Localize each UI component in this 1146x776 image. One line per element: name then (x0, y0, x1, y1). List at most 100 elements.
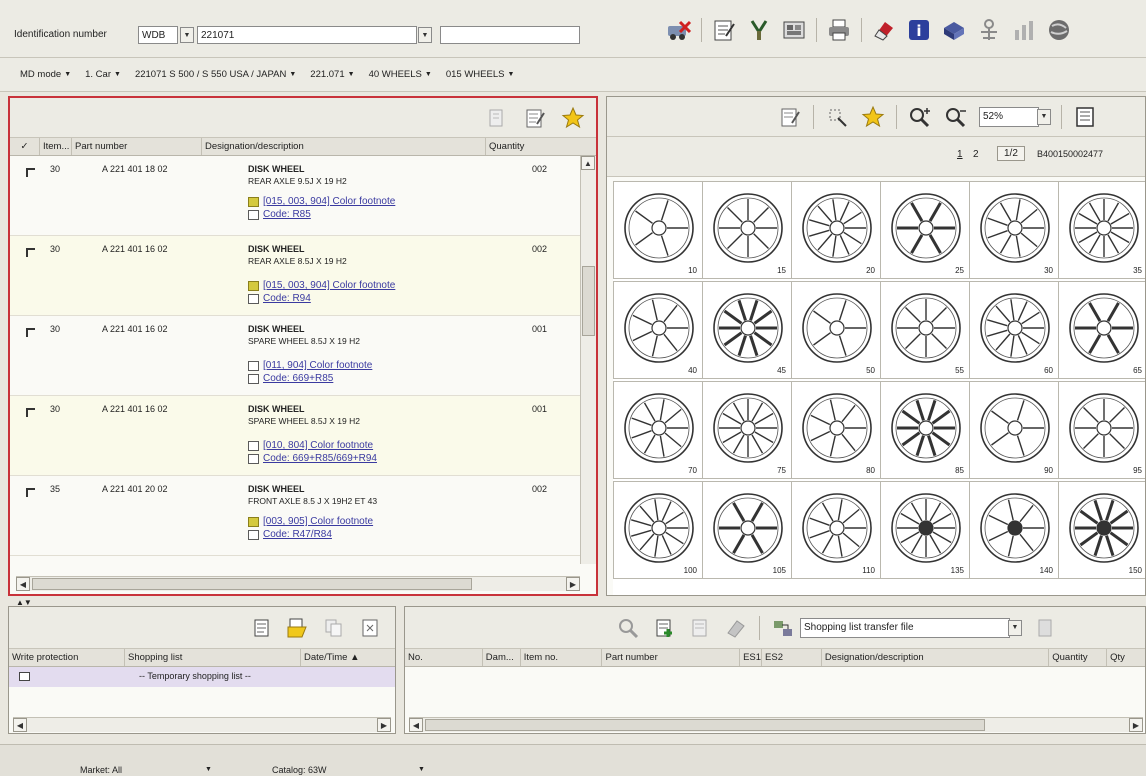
scroll-right-button[interactable]: ▶ (1129, 718, 1143, 732)
table-row[interactable]: 30 A 221 401 16 02 DISK WHEEL REAR AXLE … (10, 236, 580, 316)
filter-model-code[interactable]: 221.071 ▼ (310, 69, 354, 80)
wheel-option[interactable]: 150 (1058, 481, 1145, 579)
zoom-select[interactable]: 52% (979, 106, 1039, 127)
transfer-icon[interactable] (770, 615, 796, 641)
col-quantity[interactable]: Quantity (486, 138, 586, 155)
wheel-option[interactable]: 80 (791, 381, 881, 479)
wheel-option[interactable]: 20 (791, 181, 881, 279)
filter-md-mode[interactable]: MD mode ▼ (20, 69, 71, 80)
wheel-option[interactable]: 140 (969, 481, 1059, 579)
scroll-thumb[interactable] (32, 578, 472, 590)
globe-icon[interactable] (1046, 17, 1072, 43)
scroll-up-button[interactable]: ▲ (581, 156, 595, 170)
select-area-icon[interactable] (824, 104, 850, 130)
table-row[interactable]: 30 A 221 401 18 02 DISK WHEEL REAR AXLE … (10, 156, 580, 236)
scroll-left-button[interactable]: ◀ (16, 577, 30, 591)
col-quantity[interactable]: Quantity (1049, 649, 1108, 666)
basket-icon[interactable] (941, 17, 967, 43)
filter-group[interactable]: 40 WHEELS ▼ (369, 69, 432, 80)
document-grey-icon[interactable] (687, 615, 713, 641)
wheel-option[interactable]: 105 (702, 481, 792, 579)
code-link[interactable]: Code: R85 (248, 209, 395, 220)
col-shopping-list[interactable]: Shopping list (125, 649, 301, 666)
table-row[interactable]: 35 A 221 401 20 02 DISK WHEEL FRONT AXLE… (10, 476, 580, 556)
shopping-horizontal-scrollbar[interactable]: ◀ ▶ (13, 717, 391, 732)
tools-icon[interactable] (746, 17, 772, 43)
row-checkbox[interactable] (26, 488, 35, 497)
wheel-option[interactable]: 10 (613, 181, 703, 279)
copy-to-list-icon[interactable] (484, 105, 510, 131)
wheel-option[interactable]: 30 (969, 181, 1059, 279)
footnote-link[interactable]: [015, 003, 904] Color footnote (248, 280, 395, 291)
code-link[interactable]: Code: R94 (248, 293, 395, 304)
wheel-option[interactable]: 95 (1058, 381, 1145, 479)
col-qty[interactable]: Qty (1107, 649, 1145, 666)
wheel-option[interactable]: 40 (613, 281, 703, 379)
col-designation[interactable]: Designation/description (822, 649, 1050, 666)
network-icon[interactable] (976, 17, 1002, 43)
transfer-file-select[interactable]: Shopping list transfer file (800, 617, 1010, 638)
col-no[interactable]: No. (405, 649, 483, 666)
col-item[interactable]: Item... (40, 138, 72, 155)
code-link[interactable]: Code: R47/R84 (248, 529, 377, 540)
col-check[interactable]: ✓ (10, 138, 40, 155)
footnote-link[interactable]: [010, 804] Color footnote (248, 440, 377, 451)
delete-list-icon[interactable] (357, 615, 383, 641)
add-to-basket-icon[interactable] (651, 615, 677, 641)
zoom-in-icon[interactable] (907, 104, 933, 130)
id-prefix-dropdown-button[interactable]: ▼ (180, 27, 194, 43)
wheel-option[interactable]: 35 (1058, 181, 1145, 279)
wheel-option[interactable]: 55 (880, 281, 970, 379)
footnote-link[interactable]: [011, 904] Color footnote (248, 360, 372, 371)
page-link-1[interactable]: 1 (957, 149, 963, 160)
new-list-icon[interactable] (249, 615, 275, 641)
scroll-left-button[interactable]: ◀ (13, 718, 27, 732)
scroll-right-button[interactable]: ▶ (377, 718, 391, 732)
transfer-dropdown-button[interactable]: ▼ (1008, 619, 1022, 636)
wheel-option[interactable]: 75 (702, 381, 792, 479)
wheel-option[interactable]: 50 (791, 281, 881, 379)
wheel-option[interactable]: 15 (702, 181, 792, 279)
search-parts-icon[interactable] (615, 615, 641, 641)
row-checkbox[interactable] (26, 408, 35, 417)
wheel-option[interactable]: 70 (613, 381, 703, 479)
chart-icon[interactable] (1011, 17, 1037, 43)
image-view-icon[interactable] (781, 17, 807, 43)
notes-icon[interactable] (777, 104, 803, 130)
col-designation[interactable]: Designation/description (202, 138, 486, 155)
scroll-left-button[interactable]: ◀ (409, 718, 423, 732)
zoom-dropdown-button[interactable]: ▼ (1037, 108, 1051, 125)
open-folder-icon[interactable] (285, 615, 311, 641)
col-es2[interactable]: ES2 (762, 649, 822, 666)
notes-icon[interactable] (711, 17, 737, 43)
wheel-option[interactable]: 45 (702, 281, 792, 379)
parts-vertical-scrollbar[interactable]: ▲ (580, 156, 596, 564)
send-icon[interactable] (1032, 615, 1058, 641)
print-icon[interactable] (826, 17, 852, 43)
table-row[interactable]: -- Temporary shopping list -- (9, 667, 395, 687)
table-row[interactable]: 30 A 221 401 16 02 DISK WHEEL SPARE WHEE… (10, 316, 580, 396)
wheel-option[interactable]: 60 (969, 281, 1059, 379)
col-write-protection[interactable]: Write protection (9, 649, 125, 666)
wheel-option[interactable]: 90 (969, 381, 1059, 479)
col-item-no[interactable]: Item no. (521, 649, 603, 666)
wheel-option[interactable]: 25 (880, 181, 970, 279)
code-link[interactable]: Code: 669+R85/669+R94 (248, 453, 377, 464)
scroll-right-button[interactable]: ▶ (566, 577, 580, 591)
col-damage[interactable]: Dam... (483, 649, 521, 666)
parts-horizontal-scrollbar[interactable]: ◀ ▶ (16, 576, 580, 591)
filter-car[interactable]: 1. Car ▼ (85, 69, 121, 80)
wheel-option[interactable]: 65 (1058, 281, 1145, 379)
favorite-star-icon[interactable] (860, 104, 886, 130)
page-view-icon[interactable] (1072, 104, 1098, 130)
id-extra-input[interactable] (440, 26, 580, 44)
delete-vehicle-icon[interactable] (666, 17, 692, 43)
col-date-time[interactable]: Date/Time ▲ (301, 649, 395, 666)
eraser-grey-icon[interactable] (723, 615, 749, 641)
page-link-2[interactable]: 2 (973, 149, 979, 160)
id-number-input[interactable]: 221071 (197, 26, 417, 44)
eraser-icon[interactable] (871, 17, 897, 43)
favorite-star-icon[interactable] (560, 105, 586, 131)
filter-subgroup[interactable]: 015 WHEELS ▼ (446, 69, 515, 80)
col-part-number[interactable]: Part number (72, 138, 202, 155)
